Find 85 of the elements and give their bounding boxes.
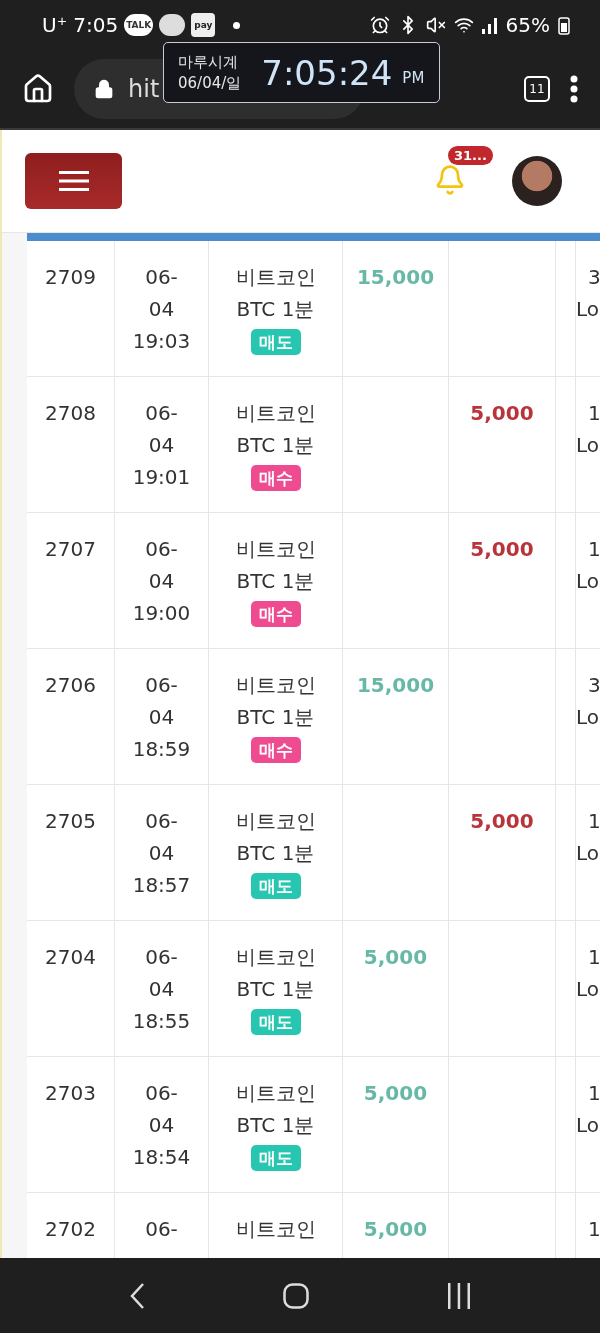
id-text: 2702 [45, 1216, 96, 1243]
cell-text: Lo [576, 704, 600, 731]
cell-text: Lo [576, 568, 600, 595]
carrier-label: U⁺ [42, 13, 68, 37]
profit-amount: 5,000 [363, 1216, 428, 1243]
profit-amount: 5,000 [363, 944, 428, 971]
product-type: BTC 1분 [236, 704, 315, 731]
date-text: 04 [148, 432, 175, 459]
cell-text: Lo [576, 840, 600, 867]
date-text: 06- [145, 808, 178, 835]
loss-amount: 5,000 [470, 400, 534, 427]
date-text: 19:03 [132, 328, 191, 355]
product-name: 비트코인 [235, 672, 316, 699]
cell-text: 3 [588, 264, 600, 291]
product-name: 비트코인 [235, 1216, 316, 1243]
clock-app-name: 마루시계 [178, 52, 239, 72]
id-text: 2705 [45, 808, 96, 835]
date-text: 04 [148, 704, 175, 731]
id-text: 2703 [45, 1080, 96, 1107]
date-text: 19:01 [132, 464, 191, 491]
product-name: 비트코인 [235, 808, 316, 835]
date-text: 06- [145, 672, 178, 699]
cell-text: 1 [588, 808, 600, 835]
date-text: 06- [145, 400, 178, 427]
cell-text: 1 [588, 400, 600, 427]
product-type: BTC 1분 [236, 296, 315, 323]
cell-text: 1 [588, 1216, 600, 1243]
date-text: 06- [145, 264, 178, 291]
product-type: BTC 1분 [236, 432, 315, 459]
id-text: 2707 [45, 536, 96, 563]
date-text: 06- [145, 536, 178, 563]
side-tag: 매도 [250, 873, 301, 899]
product-name: 비트코인 [235, 400, 316, 427]
date-text: 04 [148, 1112, 175, 1139]
date-text: 04 [148, 976, 175, 1003]
date-text: 18:57 [132, 872, 191, 899]
date-text: 04 [148, 296, 175, 323]
product-type: BTC 1분 [236, 976, 315, 1003]
cell-text: Lo [576, 432, 600, 459]
side-tag: 매수 [250, 737, 301, 763]
date-text: 18:54 [132, 1144, 191, 1171]
product-name: 비트코인 [235, 536, 316, 563]
profit-amount: 5,000 [363, 1080, 428, 1107]
side-tag: 매도 [250, 1145, 301, 1171]
pay-app-icon: pay [191, 13, 216, 37]
status-time: 7:05 [73, 13, 119, 37]
date-text: 06- [145, 1080, 178, 1107]
battery-percent: 65% [505, 13, 550, 37]
notification-badge: 31... [448, 146, 493, 165]
date-text: 06- [145, 1216, 178, 1243]
loss-amount: 5,000 [470, 808, 534, 835]
cell-text: 1 [588, 1080, 600, 1107]
clock-time: 7:05:24 [261, 52, 393, 93]
id-text: 2704 [45, 944, 96, 971]
product-name: 비트코인 [235, 1080, 316, 1107]
cell-text: Lo [576, 976, 600, 1003]
product-name: 비트코인 [235, 264, 316, 291]
product-type: BTC 1분 [236, 1112, 315, 1139]
date-text: 06- [145, 944, 178, 971]
date-text: 04 [148, 840, 175, 867]
cell-text: Lo [576, 1112, 600, 1139]
cell-text: 1 [588, 536, 600, 563]
cell-text: 1 [588, 944, 600, 971]
clock-date: 06/04/일 [178, 73, 242, 93]
id-text: 2708 [45, 400, 96, 427]
date-text: 18:59 [132, 736, 191, 763]
cell-text: 3 [588, 672, 600, 699]
profit-amount: 15,000 [356, 672, 435, 699]
side-tag: 매도 [250, 329, 301, 355]
loss-amount: 5,000 [470, 536, 534, 563]
side-tag: 매도 [250, 1009, 301, 1035]
id-text: 2709 [45, 264, 96, 291]
date-text: 04 [148, 568, 175, 595]
cell-text: Lo [576, 296, 600, 323]
product-type: BTC 1분 [236, 568, 315, 595]
clock-period: PM [402, 68, 425, 87]
profit-amount: 15,000 [356, 264, 435, 291]
product-type: BTC 1분 [236, 840, 315, 867]
side-tag: 매수 [250, 465, 301, 491]
product-name: 비트코인 [235, 944, 316, 971]
chat-app-icon: TALK [124, 14, 154, 36]
date-text: 18:55 [132, 1008, 191, 1035]
id-text: 2706 [45, 672, 96, 699]
side-tag: 매수 [250, 601, 301, 627]
date-text: 19:00 [132, 600, 191, 627]
